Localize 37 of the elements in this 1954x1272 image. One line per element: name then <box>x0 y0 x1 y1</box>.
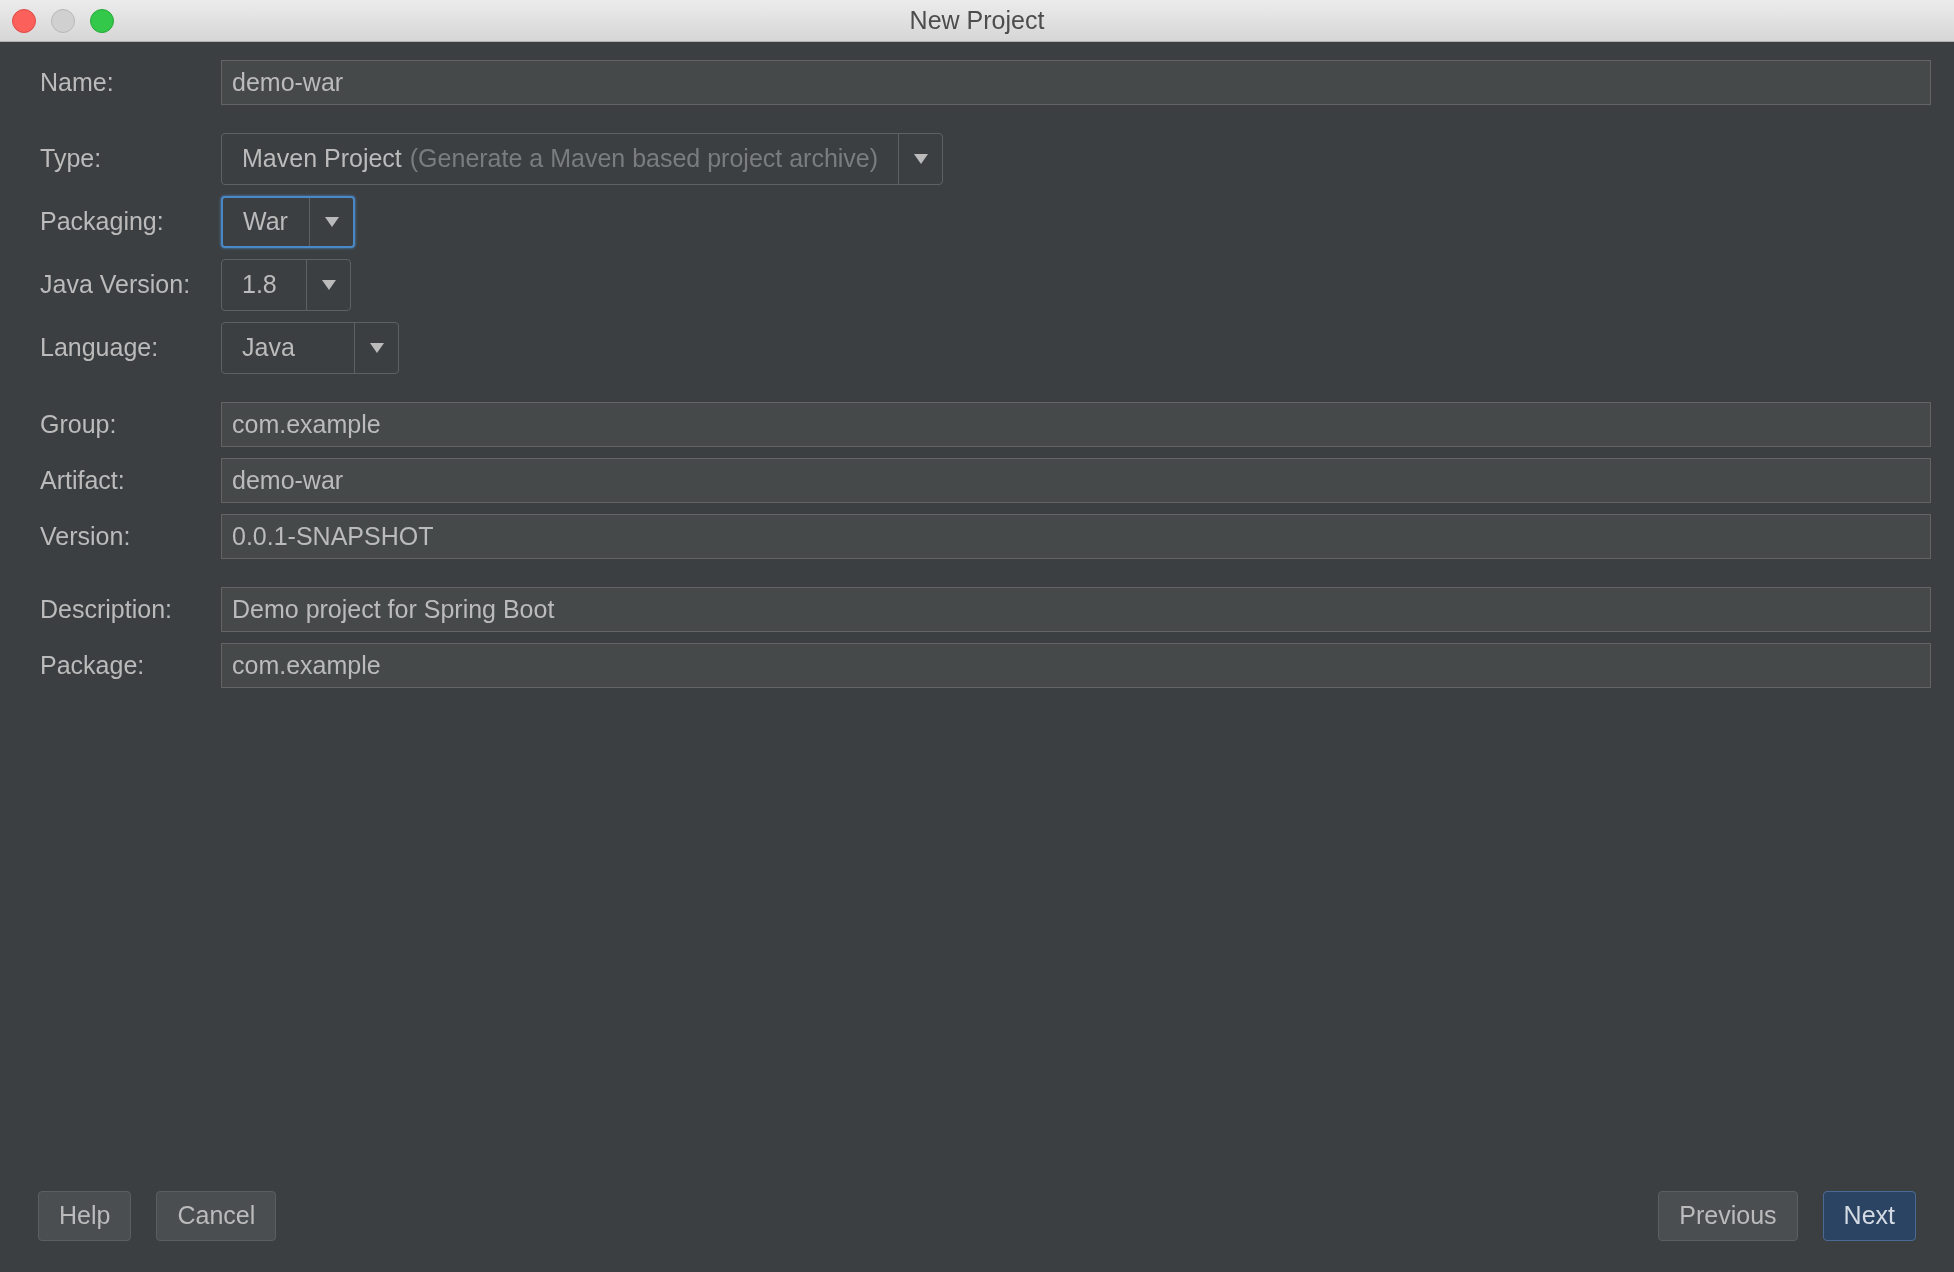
dialog-button[interactable]: Previous <box>1658 1191 1798 1241</box>
close-icon[interactable] <box>12 9 36 33</box>
combo-box[interactable]: 1.8 <box>221 259 351 311</box>
field-label: Artifact: <box>40 465 125 494</box>
text-field[interactable]: com.example <box>221 402 1931 447</box>
field-label: Package: <box>40 650 145 679</box>
text-field[interactable]: demo-war <box>221 458 1931 503</box>
text-field[interactable]: Demo project for Spring Boot <box>221 587 1931 632</box>
dropdown-arrow-icon <box>369 343 384 353</box>
combo-hint: (Generate a Maven based project archive) <box>409 143 879 175</box>
text-field[interactable]: 0.0.1-SNAPSHOT <box>221 514 1931 559</box>
text-field[interactable]: demo-war <box>221 60 1931 105</box>
field-label: Java Version: <box>40 270 191 299</box>
field-label: Description: <box>40 594 172 623</box>
maximize-icon[interactable] <box>90 9 114 33</box>
combo-value: War <box>243 206 288 238</box>
combo-value: Maven Project <box>242 143 402 175</box>
field-label: Language: <box>40 333 159 362</box>
minimize-icon[interactable] <box>51 9 75 33</box>
field-label: Packaging: <box>40 207 164 236</box>
field-label: Version: <box>40 521 131 550</box>
window-title: New Project <box>909 4 1045 36</box>
text-field[interactable]: com.example <box>221 643 1931 688</box>
field-label: Group: <box>40 409 117 438</box>
dropdown-arrow-icon <box>324 217 339 227</box>
combo-value: 1.8 <box>242 269 277 301</box>
combo-box[interactable]: Java <box>221 322 399 374</box>
field-label: Name: <box>40 67 114 96</box>
dropdown-arrow-icon <box>913 154 928 164</box>
dropdown-arrow-icon <box>321 280 336 290</box>
dialog-button[interactable]: Cancel <box>156 1191 277 1241</box>
field-label: Type: <box>40 144 102 173</box>
combo-value: Java <box>242 332 295 364</box>
combo-box[interactable]: Maven Project (Generate a Maven based project archive) <box>221 133 944 185</box>
dialog-button[interactable]: Next <box>1822 1191 1916 1241</box>
combo-box[interactable]: War <box>221 196 355 248</box>
dialog-button[interactable]: Help <box>38 1191 132 1241</box>
